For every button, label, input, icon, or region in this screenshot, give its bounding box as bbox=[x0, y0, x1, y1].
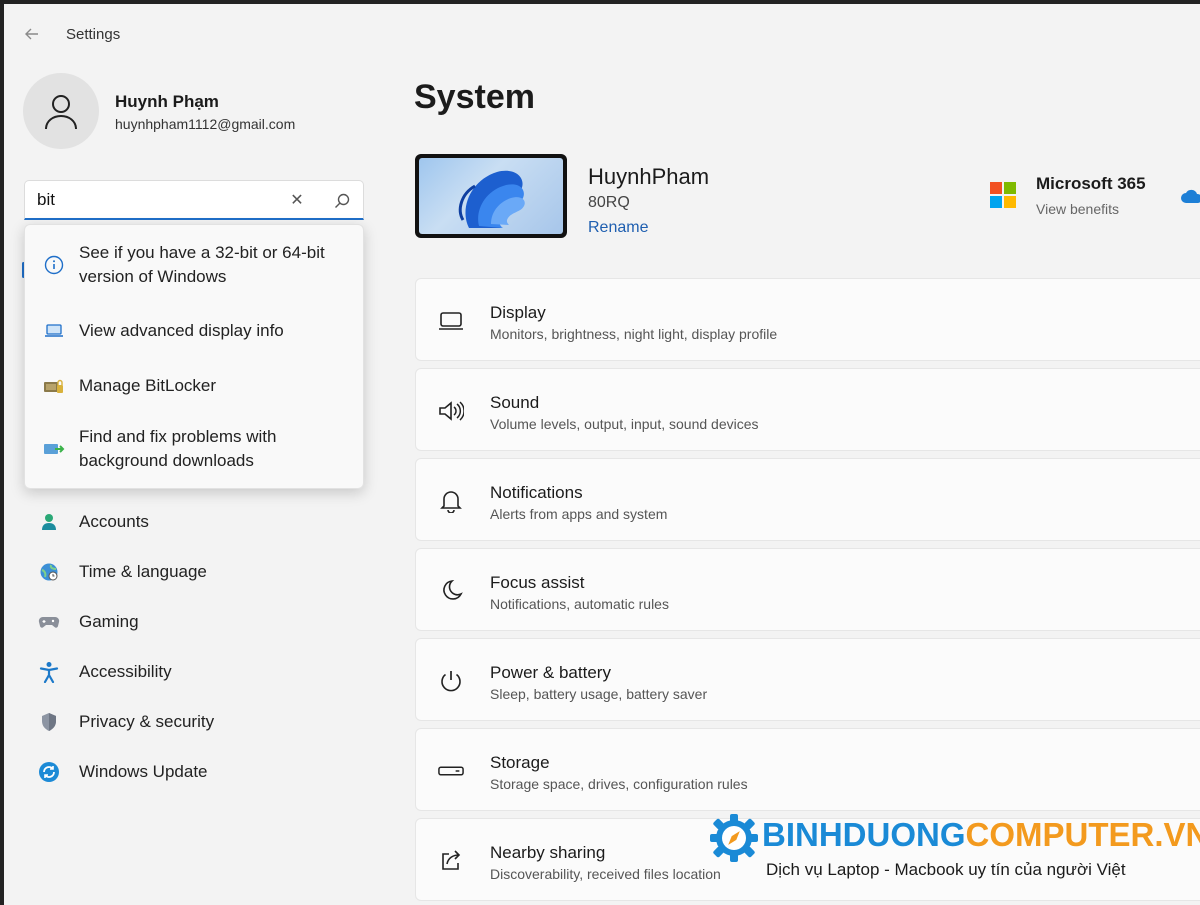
card-subtitle: Storage space, drives, configuration rul… bbox=[490, 776, 748, 792]
settings-card-storage[interactable]: Storage Storage space, drives, configura… bbox=[415, 728, 1200, 811]
suggestion-item[interactable]: See if you have a 32-bit or 64-bit versi… bbox=[25, 239, 365, 291]
user-name: Huynh Phạm bbox=[115, 92, 219, 111]
suggestion-label: Manage BitLocker bbox=[79, 376, 217, 395]
watermark-tagline: Dịch vụ Laptop - Macbook uy tín của ngườ… bbox=[766, 860, 1126, 879]
power-icon bbox=[438, 668, 464, 694]
accessibility-icon bbox=[38, 661, 60, 683]
share-icon bbox=[438, 848, 464, 874]
bell-icon bbox=[438, 488, 464, 514]
bitlocker-icon bbox=[43, 375, 65, 397]
sidebar-item-label: Accessibility bbox=[79, 662, 172, 681]
close-icon[interactable]: ✕ bbox=[286, 190, 308, 212]
search-icon[interactable] bbox=[331, 190, 353, 212]
search-input[interactable] bbox=[37, 189, 277, 211]
sidebar-item-accounts[interactable]: Accounts bbox=[24, 500, 364, 544]
sidebar-item-privacy-security[interactable]: Privacy & security bbox=[24, 700, 364, 744]
rename-link[interactable]: Rename bbox=[588, 219, 648, 237]
device-thumbnail bbox=[415, 154, 567, 238]
person-icon bbox=[45, 95, 77, 130]
card-subtitle: Monitors, brightness, night light, displ… bbox=[490, 326, 778, 342]
sidebar-item-label: Time & language bbox=[79, 562, 207, 581]
suggestion-item[interactable]: Manage BitLocker bbox=[25, 370, 365, 402]
brand-part2: COMPUTER.VN bbox=[965, 816, 1200, 853]
sidebar-item-label: Accounts bbox=[79, 512, 149, 531]
settings-card-sound[interactable]: Sound Volume levels, output, input, soun… bbox=[415, 368, 1200, 451]
ms365-view-benefits[interactable]: View benefits bbox=[1036, 201, 1119, 217]
search-box[interactable]: ✕ bbox=[24, 180, 364, 220]
card-subtitle: Discoverability, received files location bbox=[490, 866, 721, 882]
watermark: BINHDUONGCOMPUTER.VN Dịch vụ Laptop - Ma… bbox=[700, 808, 1200, 898]
avatar[interactable] bbox=[23, 73, 99, 149]
device-model: 80RQ bbox=[588, 194, 630, 211]
card-title: Storage bbox=[490, 753, 550, 772]
settings-window: Settings Huynh Phạm huynhpham1112@gmail.… bbox=[0, 0, 1200, 905]
settings-card-power-battery[interactable]: Power & battery Sleep, battery usage, ba… bbox=[415, 638, 1200, 721]
onedrive-cloud-icon[interactable] bbox=[1180, 188, 1200, 204]
settings-card-focus-assist[interactable]: Focus assist Notifications, automatic ru… bbox=[415, 548, 1200, 631]
sidebar-item-windows-update[interactable]: Windows Update bbox=[24, 750, 364, 794]
sidebar-item-accessibility[interactable]: Accessibility bbox=[24, 650, 364, 694]
device-name: HuynhPham bbox=[588, 164, 710, 189]
info-icon bbox=[43, 254, 65, 276]
speaker-icon bbox=[438, 398, 464, 424]
suggestion-item[interactable]: Find and fix problems with background do… bbox=[25, 423, 365, 475]
drive-icon bbox=[438, 758, 464, 784]
suggestion-item[interactable]: View advanced display info bbox=[25, 315, 365, 347]
suggestion-label: See if you have a 32-bit or 64-bit versi… bbox=[79, 243, 325, 286]
person-icon bbox=[38, 511, 60, 533]
wallpaper-bloom-image bbox=[419, 158, 563, 234]
gear-compass-logo-icon bbox=[708, 812, 760, 864]
card-subtitle: Sleep, battery usage, battery saver bbox=[490, 686, 708, 702]
card-title: Notifications bbox=[490, 483, 583, 502]
moon-icon bbox=[438, 578, 464, 604]
card-title: Sound bbox=[490, 393, 540, 412]
update-icon bbox=[38, 761, 60, 783]
download-troubleshoot-icon bbox=[43, 438, 65, 460]
brand-part1: BINHDUONG bbox=[762, 816, 966, 853]
sidebar-item-label: Gaming bbox=[79, 612, 139, 631]
card-title: Nearby sharing bbox=[490, 843, 606, 862]
watermark-brand: BINHDUONGCOMPUTER.VN bbox=[762, 816, 1200, 854]
sidebar-item-gaming[interactable]: Gaming bbox=[24, 600, 364, 644]
laptop-icon bbox=[43, 320, 65, 342]
card-subtitle: Notifications, automatic rules bbox=[490, 596, 669, 612]
card-title: Focus assist bbox=[490, 573, 585, 592]
settings-card-display[interactable]: Display Monitors, brightness, night ligh… bbox=[415, 278, 1200, 361]
sidebar-item-label: Privacy & security bbox=[79, 712, 215, 731]
suggestion-label: View advanced display info bbox=[79, 321, 284, 340]
microsoft-logo-icon bbox=[990, 182, 1016, 208]
page-title: System bbox=[414, 78, 535, 116]
card-title: Power & battery bbox=[490, 663, 611, 682]
user-email: huynhpham1112@gmail.com bbox=[115, 116, 296, 132]
title-bar: Settings bbox=[4, 4, 1200, 64]
sidebar-item-time-language[interactable]: Time & language bbox=[24, 550, 364, 594]
globe-clock-icon bbox=[38, 561, 60, 583]
app-title: Settings bbox=[66, 26, 121, 43]
ms365-title[interactable]: Microsoft 365 bbox=[1036, 174, 1146, 194]
monitor-icon bbox=[438, 308, 464, 334]
search-suggestions: See if you have a 32-bit or 64-bit versi… bbox=[24, 224, 364, 489]
sidebar-item-label: Windows Update bbox=[79, 762, 208, 781]
settings-card-notifications[interactable]: Notifications Alerts from apps and syste… bbox=[415, 458, 1200, 541]
card-subtitle: Alerts from apps and system bbox=[490, 506, 668, 522]
back-arrow-icon[interactable] bbox=[20, 24, 44, 48]
suggestion-label: Find and fix problems with background do… bbox=[79, 427, 277, 470]
card-title: Display bbox=[490, 303, 546, 322]
gamepad-icon bbox=[38, 611, 60, 633]
shield-icon bbox=[38, 711, 60, 733]
card-subtitle: Volume levels, output, input, sound devi… bbox=[490, 416, 759, 432]
